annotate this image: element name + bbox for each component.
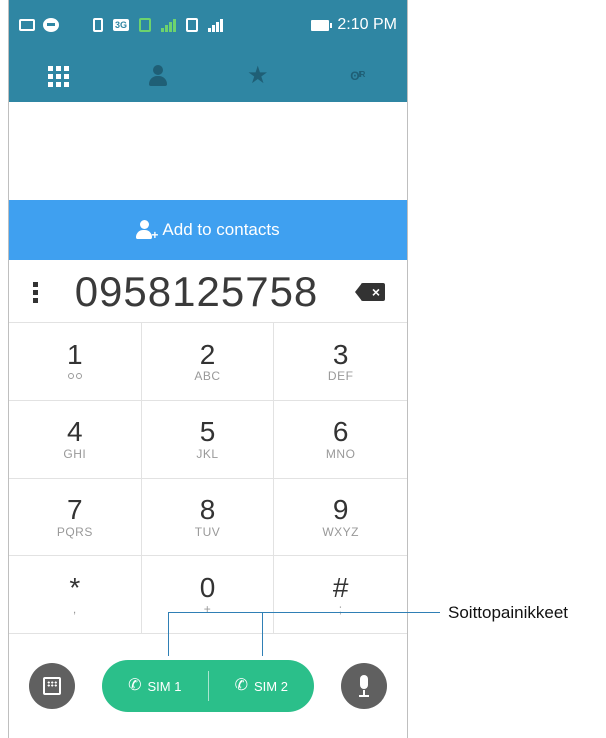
status-bar: 3G 2:10 PM (9, 0, 407, 50)
key-letters: ABC (194, 369, 221, 384)
tab-bar: ★ ʘᴵᴿ (9, 50, 407, 102)
sim1-signal-icon (161, 18, 177, 32)
tab-contacts[interactable] (109, 50, 209, 102)
add-to-contacts-button[interactable]: + Add to contacts (9, 200, 407, 260)
key-5[interactable]: 5 JKL (141, 400, 275, 479)
key-letters: TUV (194, 524, 221, 539)
key-4[interactable]: 4 GHI (9, 400, 142, 479)
key-2[interactable]: 2 ABC (141, 323, 275, 401)
key-6[interactable]: 6 MNO (274, 400, 407, 479)
person-icon (148, 65, 168, 87)
sim1-icon (139, 18, 152, 32)
vibrate-icon (93, 18, 103, 32)
key-digit: 9 (332, 494, 349, 526)
keypad: 1 2 ABC 3 DEF 4 GHI 5 JKL 6 MNO 7 PQRS 8 (9, 322, 407, 634)
phone-icon: ✆ (234, 677, 248, 694)
key-letters: PQRS (56, 524, 93, 539)
key-digit: 0 (199, 571, 216, 603)
key-0[interactable]: 0 + (141, 556, 275, 634)
tab-favorites[interactable]: ★ (208, 50, 308, 102)
callout-label: Soittopainikkeet (448, 603, 569, 622)
key-digit: # (332, 571, 349, 603)
bottom-bar: ✆ SIM 1 ✆ SIM 2 (9, 634, 407, 738)
key-digit: 4 (67, 416, 83, 448)
sim1-label: SIM 1 (147, 678, 182, 694)
battery-icon (311, 19, 333, 31)
key-3[interactable]: 3 DEF (274, 323, 407, 401)
dialpad-grid-icon (48, 65, 70, 87)
star-icon: ★ (246, 62, 269, 89)
suggestions-area (9, 102, 407, 200)
key-letters: WXYZ (322, 524, 359, 539)
hide-keypad-icon (43, 677, 61, 695)
key-letters: + (203, 602, 212, 617)
key-digit: 5 (199, 416, 216, 448)
key-digit: 3 (332, 338, 349, 370)
microphone-icon (357, 675, 371, 697)
callout-line-sim1 (168, 612, 169, 656)
tab-dialpad[interactable] (9, 50, 109, 102)
call-buttons: ✆ SIM 1 ✆ SIM 2 (102, 660, 314, 712)
key-8[interactable]: 8 TUV (141, 478, 275, 557)
key-digit: 2 (199, 338, 216, 370)
key-digit: * (69, 571, 81, 603)
key-letters: GHI (63, 446, 87, 461)
key-9[interactable]: 9 WXYZ (274, 478, 407, 557)
hide-keypad-button[interactable] (29, 663, 75, 709)
add-person-icon: + (136, 220, 158, 241)
phone-screen: 3G 2:10 PM ★ ʘᴵᴿ + Add to contacts 09581… (8, 0, 408, 738)
sim2-signal-icon (208, 18, 224, 32)
tab-groups[interactable]: ʘᴵᴿ (308, 50, 408, 102)
key-hash[interactable]: # ; (274, 556, 407, 634)
key-letters: DEF (327, 369, 354, 384)
key-letters: , (72, 602, 77, 617)
network-type-badge: 3G (113, 19, 130, 31)
callout-line-horizontal (168, 612, 440, 613)
gallery-notification-icon (19, 19, 35, 31)
group-icon: ʘᴵᴿ (350, 69, 365, 83)
key-letters: JKL (196, 446, 219, 461)
key-letters: ; (338, 602, 343, 617)
add-to-contacts-label: Add to contacts (162, 220, 280, 239)
sim2-label: SIM 2 (253, 678, 288, 694)
key-digit: 6 (332, 416, 349, 448)
backspace-icon[interactable]: × (355, 283, 385, 301)
key-letters: MNO (325, 446, 356, 461)
chat-notification-icon (43, 18, 59, 32)
voice-search-button[interactable] (341, 663, 387, 709)
dialed-number: 0958125758 (74, 268, 319, 315)
call-sim1-button[interactable]: ✆ SIM 1 (102, 660, 208, 712)
callout-line-sim2 (262, 612, 263, 656)
key-digit: 8 (199, 494, 216, 526)
key-star[interactable]: * , (9, 556, 142, 634)
sim2-icon (186, 18, 199, 32)
key-7[interactable]: 7 PQRS (9, 478, 142, 557)
key-digit: 1 (67, 338, 83, 370)
phone-icon: ✆ (128, 677, 142, 694)
key-1[interactable]: 1 (9, 323, 142, 401)
voicemail-icon (67, 369, 82, 383)
key-digit: 7 (67, 494, 83, 526)
status-time: 2:10 PM (337, 16, 397, 33)
number-row: 0958125758 × (9, 262, 407, 322)
call-sim2-button[interactable]: ✆ SIM 2 (209, 660, 315, 712)
